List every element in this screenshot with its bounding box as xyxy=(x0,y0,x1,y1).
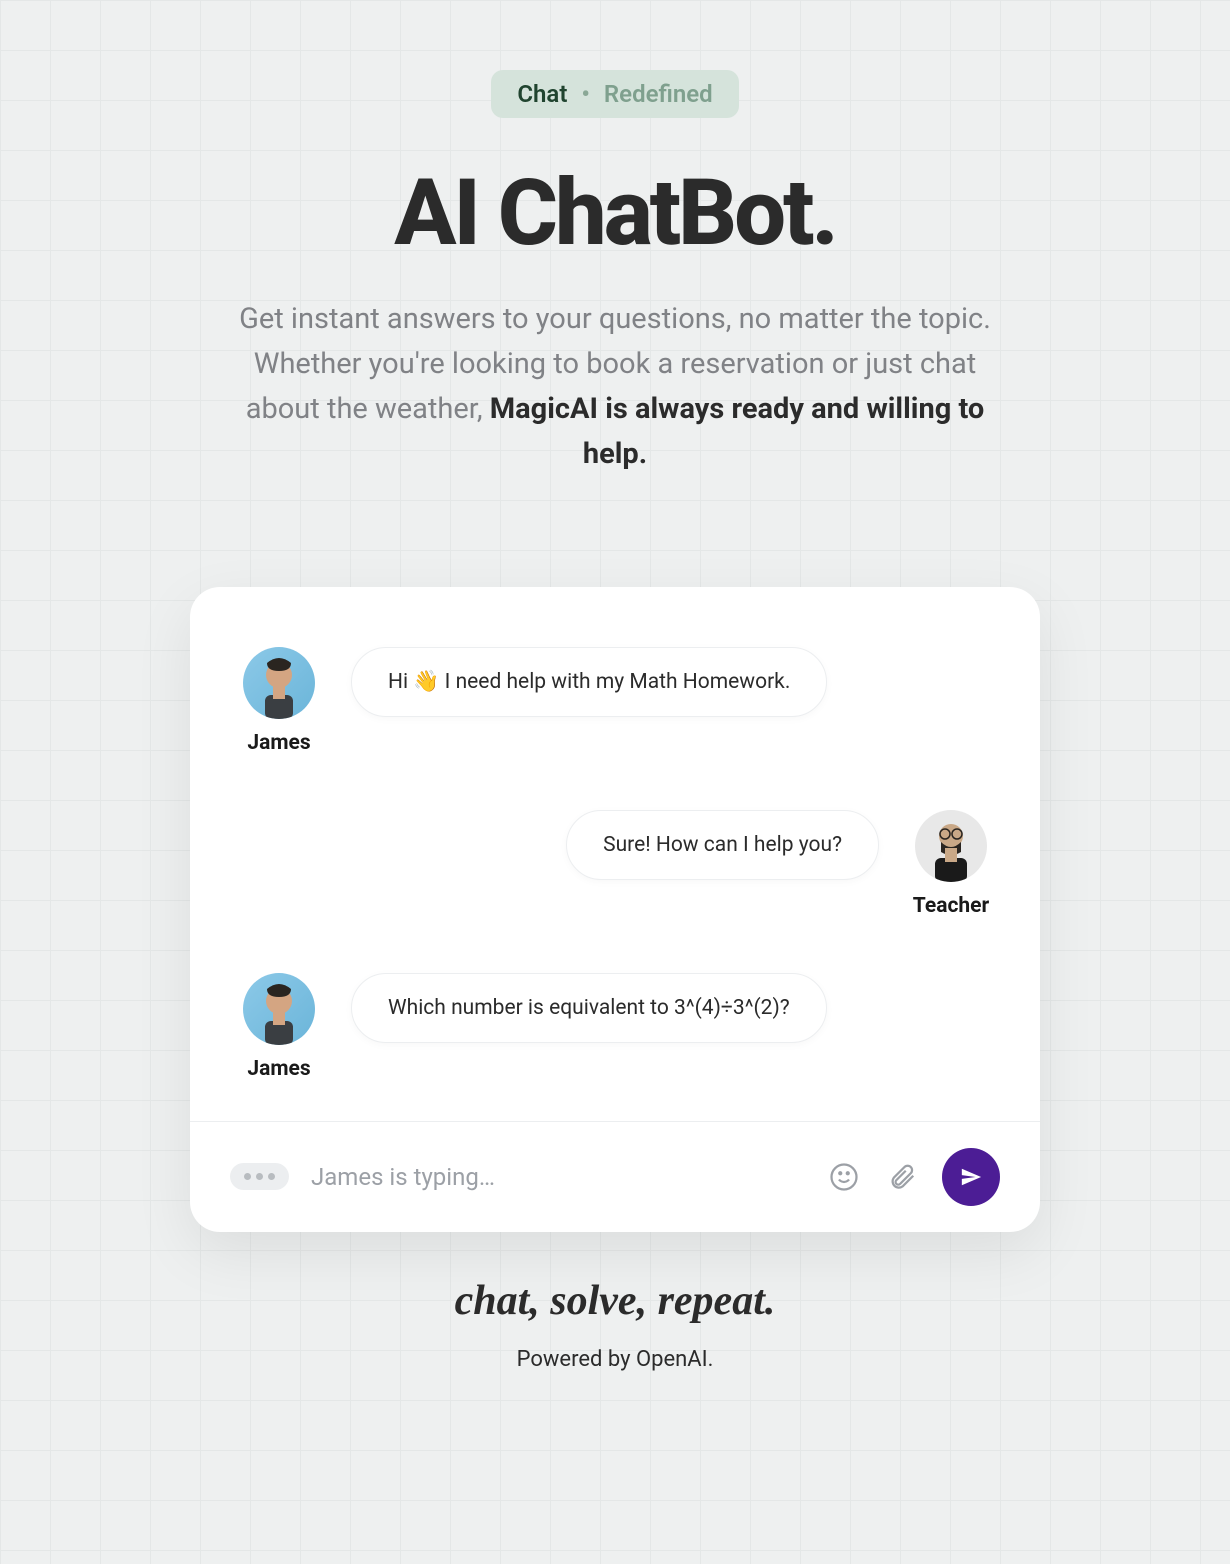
subtitle-strong: MagicAI is always ready and willing to h… xyxy=(490,392,985,471)
page-title: AI ChatBot. xyxy=(394,160,836,267)
avatar-james xyxy=(243,647,315,719)
badge-chat: Chat xyxy=(517,80,567,108)
attachment-icon[interactable] xyxy=(884,1159,920,1195)
typing-indicator xyxy=(230,1163,289,1190)
avatar-name: James xyxy=(247,731,310,755)
message-bubble: Hi 👋 I need help with my Math Homework. xyxy=(351,647,827,717)
message-row: James Which number is equivalent to 3^(4… xyxy=(235,973,995,1081)
tagline: chat, solve, repeat. xyxy=(455,1277,776,1325)
badge-redefined: Redefined xyxy=(604,80,713,108)
avatar-teacher xyxy=(915,810,987,882)
avatar-james xyxy=(243,973,315,1045)
emoji-icon[interactable] xyxy=(826,1159,862,1195)
chat-input-bar: James is typing… xyxy=(190,1121,1040,1232)
page-subtitle: Get instant answers to your questions, n… xyxy=(215,297,1015,477)
avatar-block: Teacher xyxy=(907,810,995,918)
send-button[interactable] xyxy=(942,1148,1000,1206)
avatar-name: James xyxy=(247,1057,310,1081)
message-bubble: Which number is equivalent to 3^(4)÷3^(2… xyxy=(351,973,827,1043)
avatar-name: Teacher xyxy=(913,894,989,918)
chat-card: James Hi 👋 I need help with my Math Home… xyxy=(190,587,1040,1232)
message-bubble: Sure! How can I help you? xyxy=(566,810,879,880)
header-badge: Chat • Redefined xyxy=(491,70,738,118)
avatar-block: James xyxy=(235,973,323,1081)
badge-dot: • xyxy=(581,80,590,108)
messages-list: James Hi 👋 I need help with my Math Home… xyxy=(190,587,1040,1121)
message-row: Teacher Sure! How can I help you? xyxy=(235,810,995,918)
avatar-block: James xyxy=(235,647,323,755)
typing-text[interactable]: James is typing… xyxy=(311,1163,804,1191)
message-row: James Hi 👋 I need help with my Math Home… xyxy=(235,647,995,755)
powered-by: Powered by OpenAI. xyxy=(517,1347,714,1372)
